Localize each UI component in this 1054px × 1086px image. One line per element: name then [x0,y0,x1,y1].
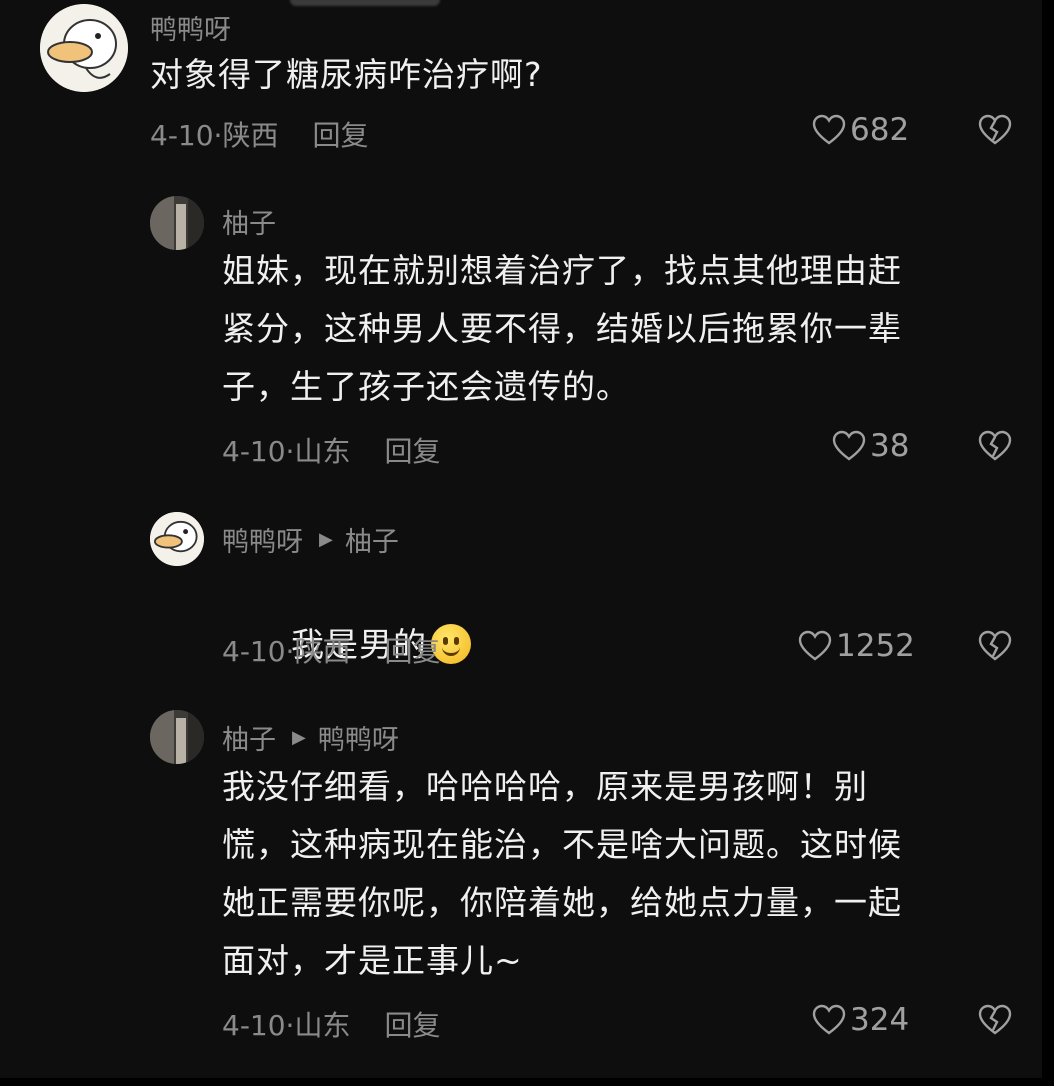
comment-meta: 4-10·陕西 回复 [150,119,369,152]
comment-username[interactable]: 柚子 [222,202,276,241]
comment-meta: 4-10·山东 回复 [222,1009,441,1042]
like-count: 324 [850,1002,910,1038]
heart-icon [812,114,846,145]
comment-reply: 柚子 姐妹，现在就别想着治疗了，找点其他理由赶 紧分，这种男人要不得，结婚以后拖… [0,190,1042,480]
comment-location: 山东 [294,1009,351,1042]
author-name[interactable]: 鸭鸭呀 [222,520,303,559]
reply-arrow-icon: ▶ [319,529,333,550]
broken-heart-icon [978,630,1012,661]
comment-date: 4-10 [222,435,286,468]
like-count: 1252 [836,628,915,664]
dislike-button[interactable] [978,430,1012,466]
comment-meta: 4-10·山东 回复 [222,435,441,468]
comment-location: 陕西 [222,119,279,152]
like-button[interactable]: 38 [832,428,909,464]
like-button[interactable]: 682 [812,112,909,148]
reply-button[interactable]: 回复 [384,1009,440,1042]
broken-heart-icon [978,430,1012,461]
duck-avatar[interactable] [150,512,204,566]
duck-avatar[interactable] [40,4,128,92]
heart-icon [798,630,832,661]
comment-date: 4-10 [222,1009,286,1042]
comment-username: 柚子 ▶ 鸭鸭呀 [222,718,399,757]
heart-icon [832,430,866,461]
comment-meta: 4-10·陕西 回复 [222,635,441,668]
comment-location: 陕西 [294,635,351,668]
reply-to-name[interactable]: 柚子 [345,520,399,559]
like-count: 38 [870,428,910,464]
photo-avatar[interactable] [150,196,204,250]
reply-to-name[interactable]: 鸭鸭呀 [318,718,399,757]
like-count: 682 [850,112,910,148]
like-button[interactable]: 324 [812,1002,909,1038]
comment-username: 鸭鸭呀 ▶ 柚子 [222,520,399,559]
comment-username[interactable]: 鸭鸭呀 [150,8,231,47]
like-button[interactable]: 1252 [798,628,915,664]
photo-avatar[interactable] [150,710,204,764]
reply-button[interactable]: 回复 [384,435,440,468]
comment-text: 姐妹，现在就别想着治疗了，找点其他理由赶 紧分，这种男人要不得，结婚以后拖累你一… [222,251,902,406]
dislike-button[interactable] [978,1004,1012,1040]
comment-text: 对象得了糖尿病咋治疗啊? [150,55,543,94]
heart-icon [812,1004,846,1035]
comment-reply: 鸭鸭呀 ▶ 柚子 我是男的 4-10·陕西 回复 1252 [0,508,1042,678]
reply-button[interactable]: 回复 [312,119,368,152]
comment-reply: 柚子 ▶ 鸭鸭呀 我没仔细看，哈哈哈哈，原来是男孩啊！别 慌，这种病现在能治，不… [0,706,1042,1066]
dislike-button[interactable] [978,114,1012,150]
broken-heart-icon [978,1004,1012,1035]
comment-date: 4-10 [222,635,286,668]
comment-location: 山东 [294,435,351,468]
comment-text: 我没仔细看，哈哈哈哈，原来是男孩啊！别 慌，这种病现在能治，不是啥大问题。这时候… [222,767,902,980]
author-name[interactable]: 柚子 [222,718,276,757]
broken-heart-icon [978,114,1012,145]
reply-button[interactable]: 回复 [384,635,440,668]
comment-top-level: 鸭鸭呀 对象得了糖尿病咋治疗啊? 4-10·陕西 回复 682 [0,0,1042,170]
reply-arrow-icon: ▶ [292,727,306,748]
comment-date: 4-10 [150,119,214,152]
dislike-button[interactable] [978,630,1012,666]
comment-thread: 鸭鸭呀 对象得了糖尿病咋治疗啊? 4-10·陕西 回复 682 柚子 姐妹，现在就… [0,0,1042,1078]
